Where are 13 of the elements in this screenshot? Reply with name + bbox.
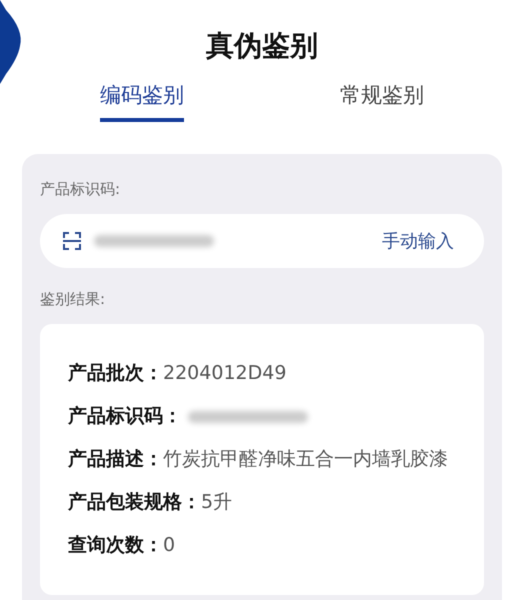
tab[interactable]: 编码鉴别	[100, 82, 184, 122]
scan-icon[interactable]	[62, 231, 82, 251]
page-title: 真伪鉴别	[206, 28, 318, 64]
result-label: 产品标识码：	[68, 404, 182, 429]
result-line: 查询次数：0	[68, 533, 176, 558]
section-label: 产品标识码:	[40, 179, 122, 200]
code-input-field[interactable]: 手动输入	[40, 214, 484, 268]
result-line: 产品描述：竹炭抗甲醛净味五合一内墙乳胶漆	[68, 447, 449, 472]
tab[interactable]: 常规鉴别	[340, 82, 424, 122]
result-line: 产品批次：2204012D49	[68, 361, 288, 386]
result-line: 产品包装规格：5升	[68, 490, 234, 515]
section-label: 鉴别结果:	[40, 289, 106, 310]
manual-input-link[interactable]: 手动输入	[382, 229, 454, 253]
